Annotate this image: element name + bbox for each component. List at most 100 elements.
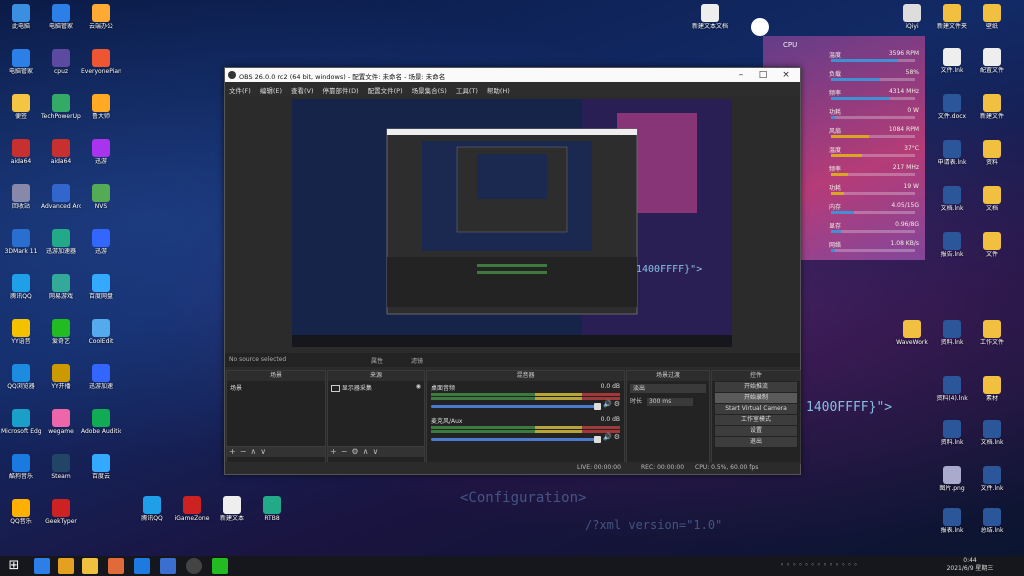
desktop-icon-png[interactable]: 图片.png: [932, 466, 972, 492]
desktop-icon[interactable]: Steam: [41, 454, 81, 480]
desktop-icon[interactable]: YY开播: [41, 364, 81, 390]
add-scene-button[interactable]: +: [227, 447, 238, 456]
desktop-icon-word-2[interactable]: 申请表.lnk: [932, 140, 972, 166]
desktop-icon[interactable]: YY语音: [1, 319, 41, 345]
speaker-icon[interactable]: 🔊: [603, 433, 612, 441]
desktop-icon-doc-2[interactable]: 配置文件: [972, 48, 1012, 74]
desktop-icon[interactable]: aida64: [1, 139, 41, 165]
desktop-icon[interactable]: 此电脑: [1, 4, 41, 30]
eye-icon[interactable]: ◉: [416, 383, 421, 390]
volume-slider[interactable]: [431, 402, 601, 410]
gear-icon[interactable]: ⚙: [614, 400, 620, 408]
desktop-icon[interactable]: 爱奇艺: [41, 319, 81, 345]
menu-item[interactable]: 配置文件(P): [364, 82, 408, 95]
remove-source-button[interactable]: −: [339, 447, 350, 456]
duration-input[interactable]: 300 ms: [646, 398, 693, 406]
move-down-button[interactable]: ∨: [370, 447, 380, 456]
desktop-icon-word-3[interactable]: 文档.lnk: [932, 186, 972, 212]
add-source-button[interactable]: +: [328, 447, 339, 456]
taskbar-app-icon[interactable]: [108, 558, 124, 574]
desktop-icon-word-5[interactable]: 资料.lnk: [932, 320, 972, 346]
desktop-icon-iqiyi[interactable]: iQiyi: [892, 4, 932, 30]
volume-slider[interactable]: [431, 435, 601, 443]
desktop-icon[interactable]: 迅游加速器: [41, 229, 81, 255]
desktop-icon[interactable]: EveryonePiano: [81, 49, 121, 75]
menu-item[interactable]: 编辑(E): [256, 82, 287, 95]
title-bar[interactable]: OBS 26.0.0 rc2 (64 bit, windows) - 配置文件:…: [225, 68, 800, 82]
desktop-icon[interactable]: 云端办公: [81, 4, 121, 30]
desktop-icon[interactable]: 电脑管家: [1, 49, 41, 75]
desktop-icon[interactable]: 3DMark 11: [1, 229, 41, 255]
desktop-icon[interactable]: GeekTyper: [41, 499, 81, 525]
move-down-button[interactable]: ∨: [258, 447, 268, 456]
desktop-icon[interactable]: Microsoft Edge: [1, 409, 41, 435]
desktop-icon[interactable]: TechPowerUp GPU-Z: [41, 94, 81, 120]
control-button[interactable]: 退出: [715, 437, 797, 447]
desktop-icon[interactable]: NVS: [81, 184, 121, 210]
desktop-icon[interactable]: 回收站: [1, 184, 41, 210]
filters-button[interactable]: 滤镜: [411, 356, 423, 365]
menu-item[interactable]: 停靠部件(D): [319, 82, 364, 95]
desktop-icon-folder-7[interactable]: WaveWork: [892, 320, 932, 346]
control-button[interactable]: 工作室模式: [715, 415, 797, 425]
control-button[interactable]: 开始推流: [715, 382, 797, 392]
desktop-icon[interactable]: 腾讯QQ: [1, 274, 41, 300]
transition-select[interactable]: 淡出: [630, 384, 706, 393]
menu-item[interactable]: 查看(V): [287, 82, 319, 95]
desktop-icon[interactable]: 鲁大师: [81, 94, 121, 120]
desktop-icon-new-text[interactable]: 新建文本文档: [690, 4, 730, 30]
move-up-button[interactable]: ∧: [361, 447, 371, 456]
desktop-icon[interactable]: 百度云: [81, 454, 121, 480]
obs-taskbar-icon[interactable]: [186, 558, 202, 574]
desktop-icon-word-9[interactable]: 文件.lnk: [972, 466, 1012, 492]
desktop-icon-game[interactable]: iGameZone: [172, 496, 212, 522]
gear-icon[interactable]: ⚙: [614, 433, 620, 441]
desktop-icon[interactable]: wegame: [41, 409, 81, 435]
desktop-icon-folder-2[interactable]: 壁纸: [972, 4, 1012, 30]
start-button-icon[interactable]: ⊞: [6, 558, 22, 574]
minimize-button[interactable]: –: [733, 69, 749, 81]
desktop-icon-word-8[interactable]: 文档.lnk: [972, 420, 1012, 446]
desktop-icon-folder-6[interactable]: 文件: [972, 232, 1012, 258]
desktop-icon-ifix[interactable]: RTB8: [252, 496, 292, 522]
maximize-button[interactable]: □: [755, 69, 771, 81]
menu-item[interactable]: 文件(F): [225, 82, 256, 95]
desktop-icon-doc-1[interactable]: 文件.lnk: [932, 48, 972, 74]
taskbar-app-icon[interactable]: [34, 558, 50, 574]
move-up-button[interactable]: ∧: [248, 447, 258, 456]
taskbar-app-icon[interactable]: [212, 558, 228, 574]
desktop-icon-word-10[interactable]: 报表.lnk: [932, 508, 972, 534]
taskbar-app-icon[interactable]: [160, 558, 176, 574]
desktop-icon-folder-8[interactable]: 工作文件: [972, 320, 1012, 346]
menu-item[interactable]: 帮助(H): [483, 82, 515, 95]
source-item[interactable]: 显示器采集 ◉: [331, 383, 421, 392]
desktop-icon[interactable]: QQ浏览器: [1, 364, 41, 390]
desktop-icon-doc-3[interactable]: 新建文本: [212, 496, 252, 522]
close-button[interactable]: ×: [778, 69, 794, 81]
desktop-icon[interactable]: 迅游: [81, 139, 121, 165]
properties-button[interactable]: 属性: [371, 356, 383, 365]
slider-handle[interactable]: [594, 435, 601, 443]
desktop-icon[interactable]: 酷狗音乐: [1, 454, 41, 480]
slider-handle[interactable]: [594, 402, 601, 410]
preview-canvas[interactable]: 1400FFFF}">: [292, 99, 732, 347]
desktop-icon[interactable]: 迅游加速: [81, 364, 121, 390]
desktop-icon[interactable]: 网易游戏: [41, 274, 81, 300]
desktop-icon[interactable]: 电脑管家: [41, 4, 81, 30]
remove-scene-button[interactable]: −: [238, 447, 249, 456]
control-button[interactable]: Start Virtual Camera: [715, 404, 797, 414]
obs-window[interactable]: OBS 26.0.0 rc2 (64 bit, windows) - 配置文件:…: [224, 67, 801, 475]
desktop-icon[interactable]: CoolEdit: [81, 319, 121, 345]
desktop-icon[interactable]: aida64: [41, 139, 81, 165]
clock[interactable]: 0:44 2021/6/9 星期三: [940, 557, 1000, 573]
desktop-icon[interactable]: 便签: [1, 94, 41, 120]
gear-icon[interactable]: ⚙: [349, 447, 360, 456]
desktop-icon-word-11[interactable]: 总结.lnk: [972, 508, 1012, 534]
taskbar-app-icon[interactable]: [134, 558, 150, 574]
control-button[interactable]: 设置: [715, 426, 797, 436]
desktop-icon-folder-9[interactable]: 素材: [972, 376, 1012, 402]
desktop-icon-cat[interactable]: [740, 18, 780, 37]
tray-icons[interactable]: ◦◦◦◦◦◦◦◦◦◦◦◦◦: [780, 561, 860, 569]
desktop-icon-folder-1[interactable]: 新建文件夹: [932, 4, 972, 30]
desktop-icon-word-7[interactable]: 资料.lnk: [932, 420, 972, 446]
